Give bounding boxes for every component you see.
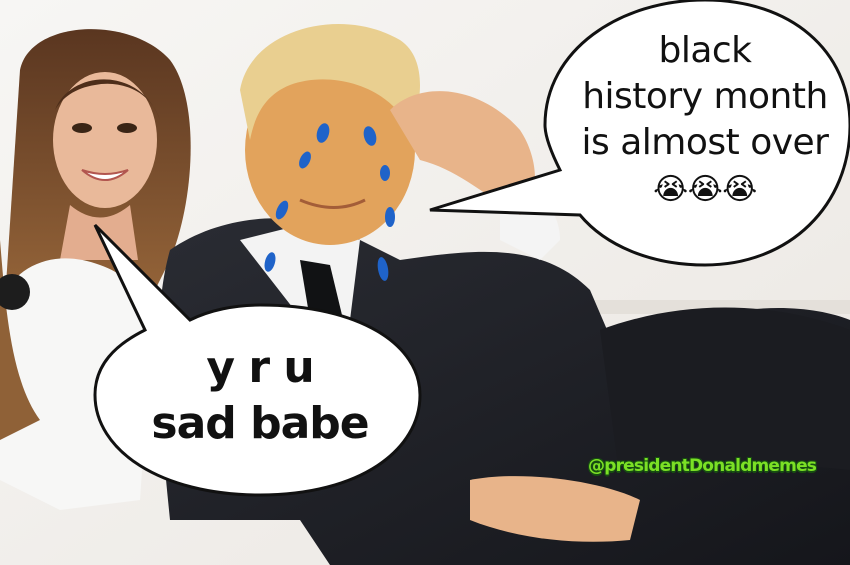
tear-drop (385, 207, 395, 227)
meme-image: black history month is almost over 😭😭😭 y… (0, 0, 850, 565)
tear-drop (380, 165, 390, 181)
crying-emoji-row: 😭😭😭 (653, 172, 757, 207)
left-bubble-text: y r u sad babe (105, 340, 415, 452)
right-bubble-text: black history month is almost over 😭😭😭 (570, 28, 840, 210)
watermark-handle: @presidentDonaldmemes (588, 456, 817, 476)
bubble-line: history month (582, 76, 828, 117)
bubble-line: black (658, 30, 752, 71)
bubble-line: y r u (206, 342, 314, 393)
bubble-line: sad babe (151, 398, 369, 449)
bubble-line: is almost over (581, 122, 829, 163)
